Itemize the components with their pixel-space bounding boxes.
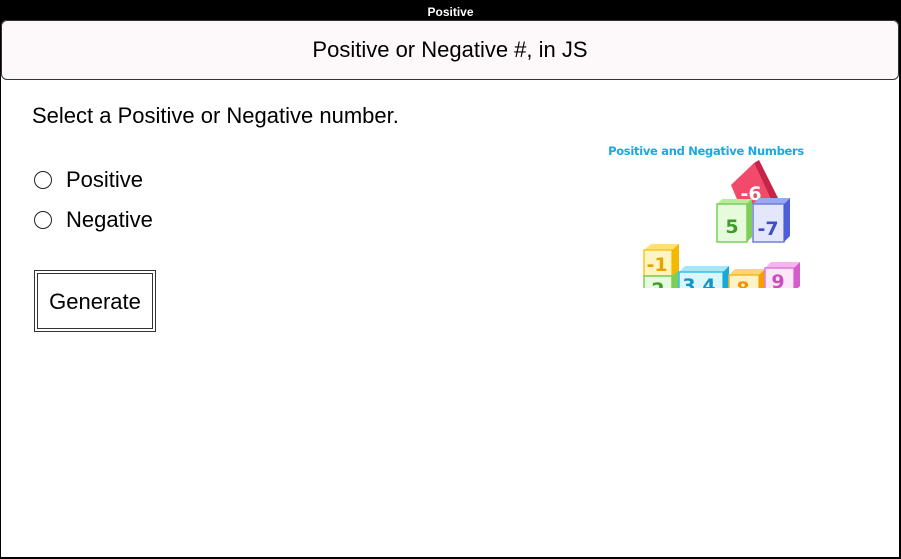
prompt-text: Select a Positive or Negative number. [32,103,399,128]
block-neg1-label: -1 [646,254,667,276]
radio-negative-circle[interactable] [34,211,52,229]
generate-button-label[interactable]: Generate [37,273,153,329]
radio-positive[interactable]: Positive [34,167,143,193]
radio-negative-label[interactable]: Negative [66,207,153,233]
radio-positive-label[interactable]: Positive [66,167,143,193]
window-title: Positive [427,5,474,19]
page-title: Positive or Negative #, in JS [312,37,588,62]
block-5-label: 5 [725,216,738,238]
illustration-title: Positive and Negative Numbers [608,144,804,158]
block-4-label: 4 [702,275,715,288]
number-blocks-graphic: -6 5 -7 -1 2 [643,160,800,288]
block-3-label: 3 [682,275,695,288]
number-blocks-illustration: -6 5 -7 -1 2 [601,138,811,288]
block-9-label: 9 [771,271,784,288]
block-neg7-label: -7 [757,218,778,240]
app-window: Positive Positive or Negative #, in JS S… [0,0,901,559]
page-content: Positive or Negative #, in JS Select a P… [1,20,899,557]
block-8-label: 8 [736,278,749,288]
block-2-label: 2 [651,279,664,288]
generate-button[interactable]: Generate [34,270,156,332]
page-header: Positive or Negative #, in JS [1,20,899,80]
radio-positive-circle[interactable] [34,171,52,189]
radio-negative[interactable]: Negative [34,207,153,233]
